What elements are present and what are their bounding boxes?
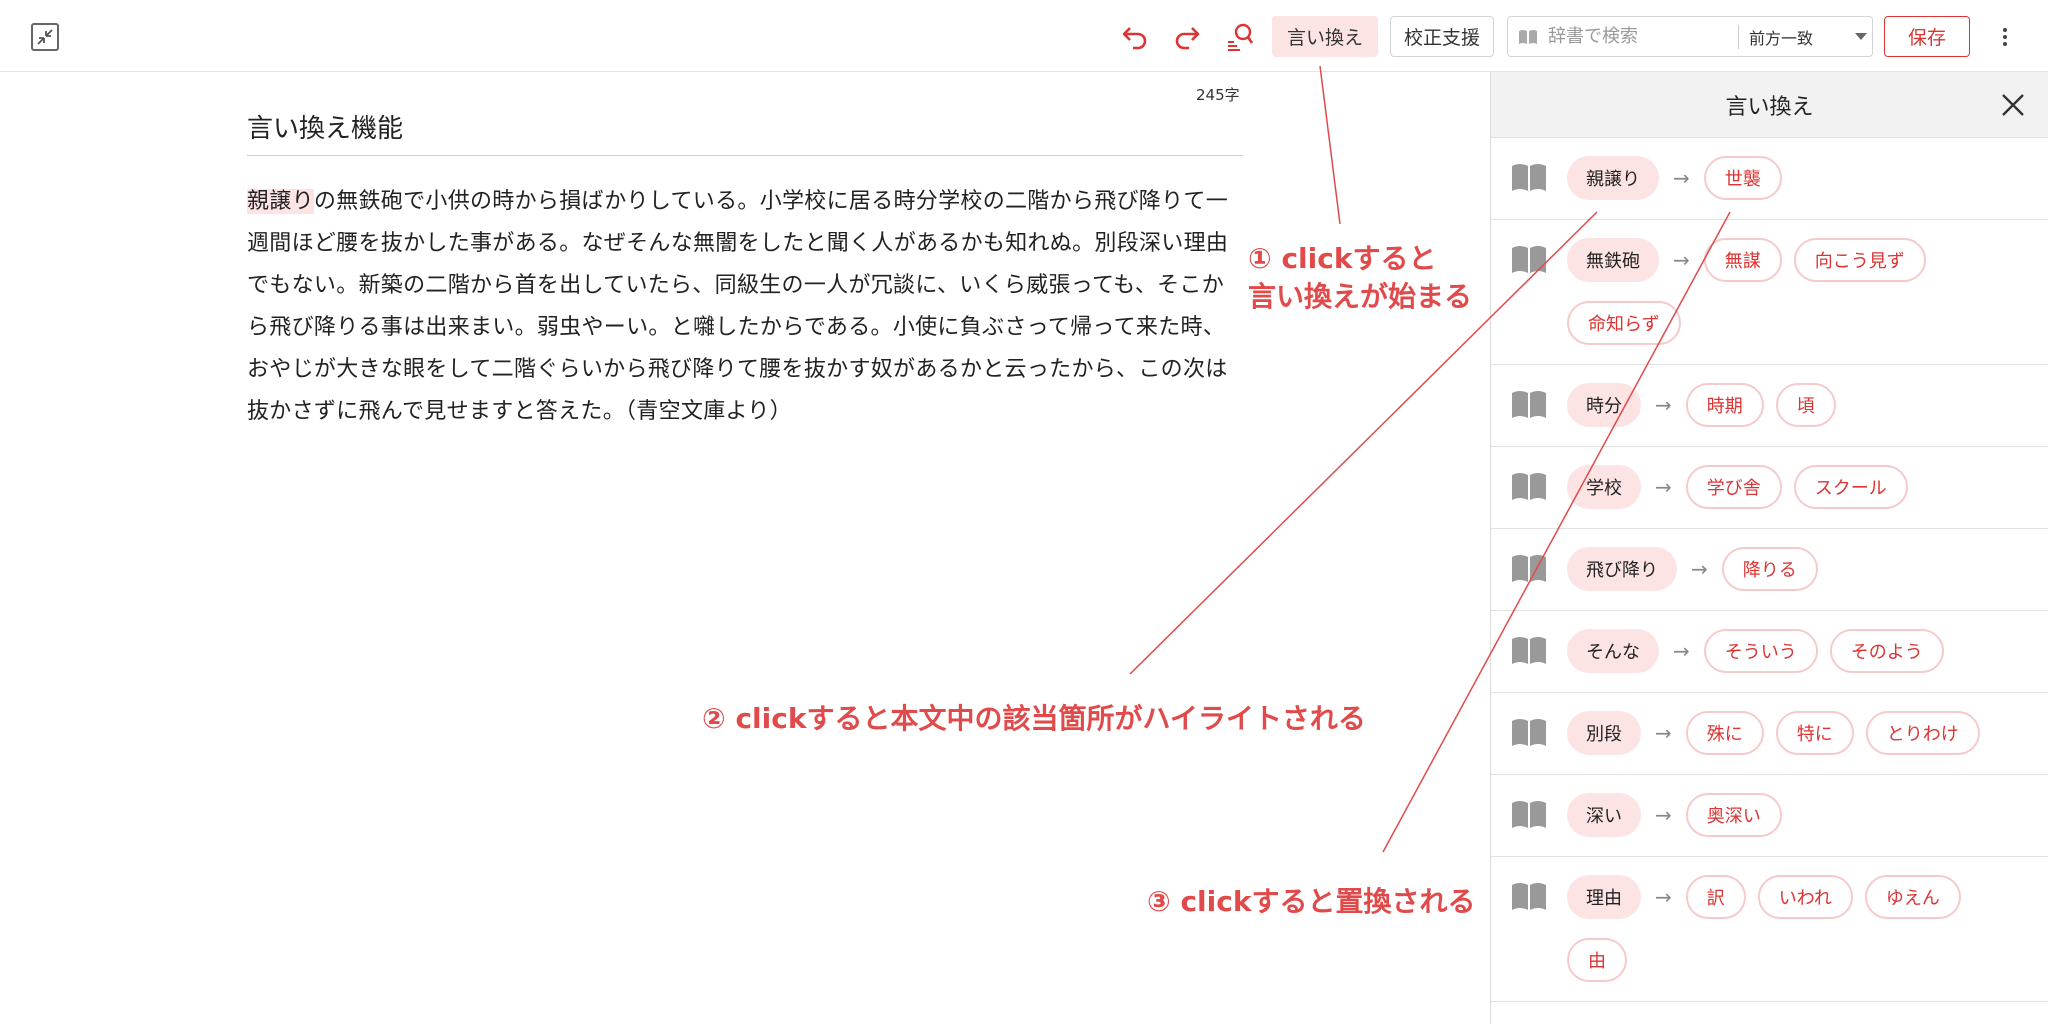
source-word-chip[interactable]: 飛び降り <box>1567 547 1677 591</box>
annotation-1: ① clickすると 言い換えが始まる <box>1248 240 1472 316</box>
paraphrase-button[interactable]: 言い換え <box>1272 16 1378 57</box>
dictionary-book-icon[interactable] <box>1511 799 1547 829</box>
alternative-chip[interactable]: 奥深い <box>1685 793 1782 837</box>
alternative-chip[interactable]: 降りる <box>1721 547 1818 591</box>
dictionary-book-icon[interactable] <box>1511 162 1547 192</box>
panel-header: 言い換え <box>1491 72 2048 138</box>
arrow-icon: → <box>1655 885 1672 909</box>
arrow-icon: → <box>1655 393 1672 417</box>
dictionary-book-icon[interactable] <box>1511 553 1547 583</box>
alternative-chip[interactable]: 命知らず <box>1567 301 1681 345</box>
alternative-chip[interactable]: 学び舎 <box>1685 465 1782 509</box>
alternative-chip[interactable]: 向こう見ず <box>1793 238 1926 282</box>
alternative-chip[interactable]: 訳 <box>1685 875 1746 919</box>
alternative-chip[interactable]: ゆえん <box>1864 875 1961 919</box>
paraphrase-row: 時分 → 時期頃 <box>1491 365 2048 447</box>
dictionary-book-icon[interactable] <box>1511 471 1547 501</box>
alternative-chip[interactable]: いわれ <box>1757 875 1853 919</box>
annotation-1-line1: ① clickすると <box>1248 242 1437 275</box>
arrow-icon: → <box>1673 166 1690 190</box>
search-mode-select[interactable]: 前方一致 <box>1749 25 1849 49</box>
close-icon[interactable] <box>2000 92 2026 118</box>
alternative-chip[interactable]: 由 <box>1567 938 1627 982</box>
chip-group: 飛び降り → 降りる <box>1567 547 2007 610</box>
arrow-icon: → <box>1655 803 1672 827</box>
paraphrase-row: 飛び降り → 降りる <box>1491 529 2048 611</box>
arrow-icon: → <box>1673 639 1690 663</box>
search-divider <box>1738 24 1739 49</box>
chip-group: 時分 → 時期頃 <box>1567 383 2007 446</box>
alternative-chip[interactable]: 世襲 <box>1703 156 1782 200</box>
chip-group: そんな → そういう そのよう <box>1567 629 2007 692</box>
document-body[interactable]: 親譲りの無鉄砲で小供の時から損ばかりしている。小学校に居る時分学校の二階から飛び… <box>247 181 1233 433</box>
dictionary-search: 前方一致 <box>1507 16 1873 57</box>
alternative-chip[interactable]: そういう <box>1703 629 1818 673</box>
paraphrase-panel: 言い換え 親譲り → 世襲 無鉄砲 → 無謀 向こう見ず命知らず時分 → 時期頃学校 → 学び舎 スク… <box>1490 72 2048 1024</box>
alternative-chip[interactable]: とりわけ <box>1865 711 1980 755</box>
alternative-chip[interactable]: 時期 <box>1685 383 1764 427</box>
collapse-icon[interactable] <box>31 23 59 51</box>
char-count: 245字 <box>1196 86 1240 104</box>
highlighted-word: 親譲り <box>247 189 314 214</box>
undo-icon[interactable] <box>1118 20 1152 54</box>
alternative-chip[interactable]: 無謀 <box>1703 238 1782 282</box>
alternative-chip[interactable]: スクール <box>1793 465 1908 509</box>
chip-group: 学校 → 学び舎 スクール <box>1567 465 2007 528</box>
save-button[interactable]: 保存 <box>1884 16 1970 57</box>
annotation-3: ③ clickすると置換される <box>1147 885 1476 918</box>
source-word-chip[interactable]: 時分 <box>1567 383 1641 427</box>
paraphrase-row: 別段 → 殊に 特に とりわけ <box>1491 693 2048 775</box>
arrow-icon: → <box>1691 557 1708 581</box>
dictionary-book-icon[interactable] <box>1511 635 1547 665</box>
alternative-chip[interactable]: 頃 <box>1775 383 1836 427</box>
document-title[interactable]: 言い換え機能 <box>247 108 1243 156</box>
source-word-chip[interactable]: そんな <box>1567 629 1659 673</box>
alternative-chip[interactable]: 特に <box>1775 711 1854 755</box>
chip-group: 親譲り → 世襲 <box>1567 156 2007 219</box>
chip-group: 無鉄砲 → 無謀 向こう見ず命知らず <box>1567 238 2007 364</box>
dictionary-search-input[interactable] <box>1548 26 1728 47</box>
paraphrase-row: 親譲り → 世襲 <box>1491 138 2048 220</box>
find-replace-icon[interactable] <box>1222 20 1256 54</box>
dictionary-book-icon[interactable] <box>1511 881 1547 911</box>
proofread-button[interactable]: 校正支援 <box>1390 16 1494 57</box>
source-word-chip[interactable]: 親譲り <box>1567 156 1659 200</box>
source-word-chip[interactable]: 無鉄砲 <box>1567 238 1659 282</box>
alternative-chip[interactable]: そのよう <box>1829 629 1944 673</box>
arrow-icon: → <box>1673 248 1690 272</box>
source-word-chip[interactable]: 深い <box>1567 793 1641 837</box>
alternative-chip[interactable]: 殊に <box>1685 711 1764 755</box>
more-options-icon[interactable] <box>2000 22 2010 52</box>
chip-group: 理由 → 訳いわれ ゆえん由 <box>1567 875 2007 1001</box>
redo-icon[interactable] <box>1170 20 1204 54</box>
annotation-2: ② clickすると本文中の該当箇所がハイライトされる <box>702 702 1366 735</box>
chevron-down-icon[interactable] <box>1855 33 1867 40</box>
source-word-chip[interactable]: 理由 <box>1567 875 1641 919</box>
top-toolbar: 言い換え 校正支援 前方一致 保存 <box>0 0 2048 72</box>
source-word-chip[interactable]: 別段 <box>1567 711 1641 755</box>
paraphrase-row: 理由 → 訳いわれ ゆえん由 <box>1491 857 2048 1002</box>
dictionary-book-icon[interactable] <box>1511 717 1547 747</box>
dictionary-book-icon[interactable] <box>1511 244 1547 274</box>
body-text: の無鉄砲で小供の時から損ばかりしている。小学校に居る時分学校の二階から飛び降りて… <box>247 189 1229 424</box>
book-icon <box>1508 29 1548 45</box>
panel-title: 言い換え <box>1725 94 1814 120</box>
arrow-icon: → <box>1655 721 1672 745</box>
paraphrase-row: 無鉄砲 → 無謀 向こう見ず命知らず <box>1491 220 2048 365</box>
arrow-icon: → <box>1655 475 1672 499</box>
paraphrase-row: 学校 → 学び舎 スクール <box>1491 447 2048 529</box>
paraphrase-row: そんな → そういう そのよう <box>1491 611 2048 693</box>
paraphrase-row: 深い → 奥深い <box>1491 775 2048 857</box>
annotation-1-line2: 言い換えが始まる <box>1248 280 1473 313</box>
dictionary-book-icon[interactable] <box>1511 389 1547 419</box>
chip-group: 別段 → 殊に 特に とりわけ <box>1567 711 2007 774</box>
paraphrase-list: 親譲り → 世襲 無鉄砲 → 無謀 向こう見ず命知らず時分 → 時期頃学校 → 学び舎 スクール飛び降… <box>1491 138 2048 1002</box>
source-word-chip[interactable]: 学校 <box>1567 465 1641 509</box>
chip-group: 深い → 奥深い <box>1567 793 2007 856</box>
